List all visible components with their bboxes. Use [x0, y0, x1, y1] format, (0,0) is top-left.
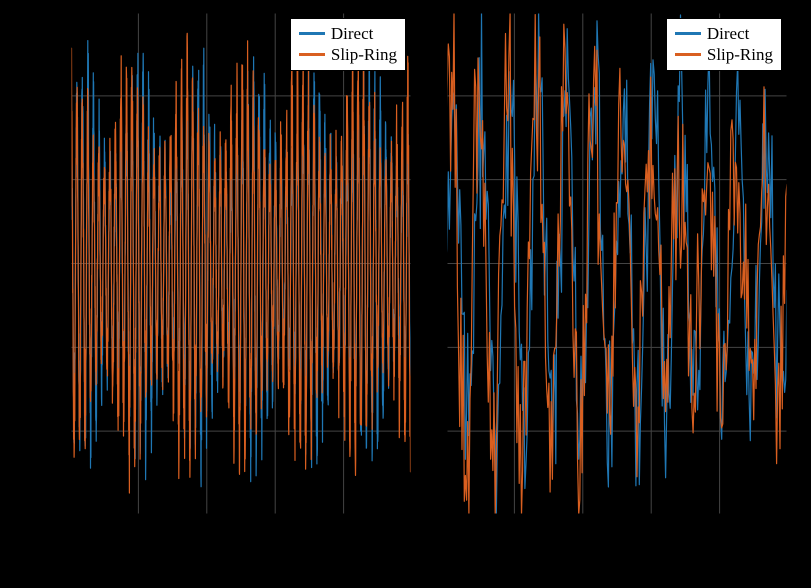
right-panel: Direct Slip-Ring — [446, 12, 788, 515]
legend-swatch-direct — [675, 32, 701, 35]
right-legend: Direct Slip-Ring — [666, 18, 782, 71]
left-panel: Direct Slip-Ring — [70, 12, 412, 515]
legend-item-slipring: Slip-Ring — [675, 44, 773, 65]
figure: Direct Slip-Ring Direct Slip-Ring — [0, 0, 811, 588]
right-plot — [446, 12, 788, 515]
legend-label-slipring: Slip-Ring — [331, 44, 397, 65]
legend-swatch-slipring — [299, 53, 325, 56]
legend-item-direct: Direct — [299, 23, 397, 44]
legend-item-direct: Direct — [675, 23, 773, 44]
legend-item-slipring: Slip-Ring — [299, 44, 397, 65]
legend-label-direct: Direct — [707, 23, 749, 44]
legend-label-direct: Direct — [331, 23, 373, 44]
left-legend: Direct Slip-Ring — [290, 18, 406, 71]
legend-swatch-direct — [299, 32, 325, 35]
legend-swatch-slipring — [675, 53, 701, 56]
legend-label-slipring: Slip-Ring — [707, 44, 773, 65]
left-plot — [70, 12, 412, 515]
